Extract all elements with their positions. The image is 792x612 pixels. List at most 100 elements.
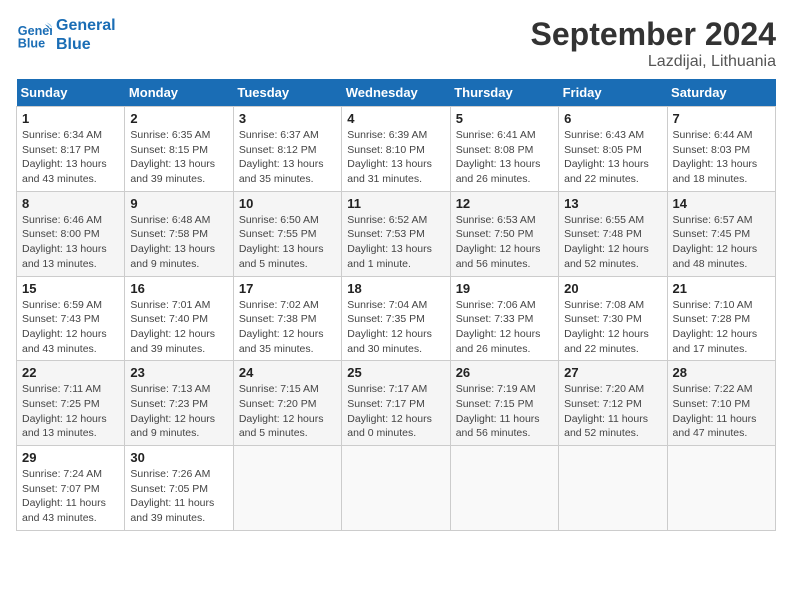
day-number: 2 <box>130 111 227 126</box>
calendar-table: SundayMondayTuesdayWednesdayThursdayFrid… <box>16 79 776 531</box>
day-number: 14 <box>673 196 770 211</box>
day-detail: Sunrise: 7:10 AMSunset: 7:28 PMDaylight:… <box>673 298 770 357</box>
day-number: 21 <box>673 281 770 296</box>
calendar-day-cell: 26 Sunrise: 7:19 AMSunset: 7:15 PMDaylig… <box>450 361 558 446</box>
calendar-day-cell: 4 Sunrise: 6:39 AMSunset: 8:10 PMDayligh… <box>342 107 450 192</box>
logo-line2: Blue <box>56 35 116 54</box>
calendar-week-row: 1 Sunrise: 6:34 AMSunset: 8:17 PMDayligh… <box>17 107 776 192</box>
day-number: 23 <box>130 365 227 380</box>
location: Lazdijai, Lithuania <box>531 53 776 71</box>
calendar-day-cell: 3 Sunrise: 6:37 AMSunset: 8:12 PMDayligh… <box>233 107 341 192</box>
day-detail: Sunrise: 7:26 AMSunset: 7:05 PMDaylight:… <box>130 467 227 526</box>
day-detail: Sunrise: 6:35 AMSunset: 8:15 PMDaylight:… <box>130 128 227 187</box>
day-detail: Sunrise: 6:57 AMSunset: 7:45 PMDaylight:… <box>673 213 770 272</box>
day-detail: Sunrise: 7:11 AMSunset: 7:25 PMDaylight:… <box>22 382 119 441</box>
day-number: 20 <box>564 281 661 296</box>
day-number: 30 <box>130 450 227 465</box>
day-detail: Sunrise: 6:46 AMSunset: 8:00 PMDaylight:… <box>22 213 119 272</box>
calendar-day-cell: 23 Sunrise: 7:13 AMSunset: 7:23 PMDaylig… <box>125 361 233 446</box>
day-number: 28 <box>673 365 770 380</box>
day-number: 9 <box>130 196 227 211</box>
day-number: 4 <box>347 111 444 126</box>
calendar-day-cell <box>667 446 775 531</box>
calendar-week-row: 29 Sunrise: 7:24 AMSunset: 7:07 PMDaylig… <box>17 446 776 531</box>
day-number: 3 <box>239 111 336 126</box>
calendar-day-cell: 24 Sunrise: 7:15 AMSunset: 7:20 PMDaylig… <box>233 361 341 446</box>
title-block: September 2024 Lazdijai, Lithuania <box>531 16 776 71</box>
calendar-day-cell <box>450 446 558 531</box>
day-detail: Sunrise: 6:37 AMSunset: 8:12 PMDaylight:… <box>239 128 336 187</box>
page-header: General Blue General Blue September 2024… <box>16 16 776 71</box>
day-detail: Sunrise: 7:02 AMSunset: 7:38 PMDaylight:… <box>239 298 336 357</box>
calendar-day-cell: 13 Sunrise: 6:55 AMSunset: 7:48 PMDaylig… <box>559 191 667 276</box>
day-detail: Sunrise: 7:19 AMSunset: 7:15 PMDaylight:… <box>456 382 553 441</box>
day-detail: Sunrise: 7:15 AMSunset: 7:20 PMDaylight:… <box>239 382 336 441</box>
calendar-day-cell: 30 Sunrise: 7:26 AMSunset: 7:05 PMDaylig… <box>125 446 233 531</box>
day-detail: Sunrise: 7:04 AMSunset: 7:35 PMDaylight:… <box>347 298 444 357</box>
calendar-week-row: 22 Sunrise: 7:11 AMSunset: 7:25 PMDaylig… <box>17 361 776 446</box>
day-number: 26 <box>456 365 553 380</box>
calendar-day-cell: 11 Sunrise: 6:52 AMSunset: 7:53 PMDaylig… <box>342 191 450 276</box>
day-detail: Sunrise: 6:44 AMSunset: 8:03 PMDaylight:… <box>673 128 770 187</box>
calendar-week-row: 8 Sunrise: 6:46 AMSunset: 8:00 PMDayligh… <box>17 191 776 276</box>
logo: General Blue General Blue <box>16 16 116 54</box>
calendar-day-cell: 2 Sunrise: 6:35 AMSunset: 8:15 PMDayligh… <box>125 107 233 192</box>
weekday-header: Wednesday <box>342 79 450 107</box>
logo-icon: General Blue <box>16 17 52 53</box>
day-detail: Sunrise: 6:59 AMSunset: 7:43 PMDaylight:… <box>22 298 119 357</box>
day-number: 6 <box>564 111 661 126</box>
calendar-day-cell: 5 Sunrise: 6:41 AMSunset: 8:08 PMDayligh… <box>450 107 558 192</box>
day-detail: Sunrise: 6:50 AMSunset: 7:55 PMDaylight:… <box>239 213 336 272</box>
day-number: 29 <box>22 450 119 465</box>
day-detail: Sunrise: 7:13 AMSunset: 7:23 PMDaylight:… <box>130 382 227 441</box>
weekday-header-row: SundayMondayTuesdayWednesdayThursdayFrid… <box>17 79 776 107</box>
day-number: 7 <box>673 111 770 126</box>
day-detail: Sunrise: 7:24 AMSunset: 7:07 PMDaylight:… <box>22 467 119 526</box>
calendar-day-cell: 17 Sunrise: 7:02 AMSunset: 7:38 PMDaylig… <box>233 276 341 361</box>
day-detail: Sunrise: 6:52 AMSunset: 7:53 PMDaylight:… <box>347 213 444 272</box>
calendar-day-cell: 8 Sunrise: 6:46 AMSunset: 8:00 PMDayligh… <box>17 191 125 276</box>
month-title: September 2024 <box>531 16 776 53</box>
calendar-day-cell: 27 Sunrise: 7:20 AMSunset: 7:12 PMDaylig… <box>559 361 667 446</box>
calendar-day-cell: 29 Sunrise: 7:24 AMSunset: 7:07 PMDaylig… <box>17 446 125 531</box>
day-detail: Sunrise: 6:41 AMSunset: 8:08 PMDaylight:… <box>456 128 553 187</box>
day-detail: Sunrise: 7:08 AMSunset: 7:30 PMDaylight:… <box>564 298 661 357</box>
calendar-day-cell: 20 Sunrise: 7:08 AMSunset: 7:30 PMDaylig… <box>559 276 667 361</box>
calendar-day-cell <box>559 446 667 531</box>
calendar-day-cell: 21 Sunrise: 7:10 AMSunset: 7:28 PMDaylig… <box>667 276 775 361</box>
day-detail: Sunrise: 6:48 AMSunset: 7:58 PMDaylight:… <box>130 213 227 272</box>
day-detail: Sunrise: 6:34 AMSunset: 8:17 PMDaylight:… <box>22 128 119 187</box>
calendar-day-cell: 22 Sunrise: 7:11 AMSunset: 7:25 PMDaylig… <box>17 361 125 446</box>
calendar-day-cell <box>233 446 341 531</box>
weekday-header: Friday <box>559 79 667 107</box>
calendar-day-cell: 1 Sunrise: 6:34 AMSunset: 8:17 PMDayligh… <box>17 107 125 192</box>
day-number: 22 <box>22 365 119 380</box>
day-number: 11 <box>347 196 444 211</box>
calendar-week-row: 15 Sunrise: 6:59 AMSunset: 7:43 PMDaylig… <box>17 276 776 361</box>
calendar-day-cell: 10 Sunrise: 6:50 AMSunset: 7:55 PMDaylig… <box>233 191 341 276</box>
calendar-day-cell: 9 Sunrise: 6:48 AMSunset: 7:58 PMDayligh… <box>125 191 233 276</box>
calendar-day-cell: 28 Sunrise: 7:22 AMSunset: 7:10 PMDaylig… <box>667 361 775 446</box>
logo-line1: General <box>56 16 116 35</box>
day-detail: Sunrise: 6:55 AMSunset: 7:48 PMDaylight:… <box>564 213 661 272</box>
weekday-header: Sunday <box>17 79 125 107</box>
weekday-header: Tuesday <box>233 79 341 107</box>
day-detail: Sunrise: 7:06 AMSunset: 7:33 PMDaylight:… <box>456 298 553 357</box>
day-number: 13 <box>564 196 661 211</box>
weekday-header: Saturday <box>667 79 775 107</box>
day-detail: Sunrise: 6:53 AMSunset: 7:50 PMDaylight:… <box>456 213 553 272</box>
svg-text:Blue: Blue <box>18 37 45 51</box>
calendar-day-cell: 25 Sunrise: 7:17 AMSunset: 7:17 PMDaylig… <box>342 361 450 446</box>
calendar-day-cell: 14 Sunrise: 6:57 AMSunset: 7:45 PMDaylig… <box>667 191 775 276</box>
day-number: 15 <box>22 281 119 296</box>
day-detail: Sunrise: 7:01 AMSunset: 7:40 PMDaylight:… <box>130 298 227 357</box>
day-number: 12 <box>456 196 553 211</box>
day-number: 18 <box>347 281 444 296</box>
day-number: 1 <box>22 111 119 126</box>
calendar-day-cell: 18 Sunrise: 7:04 AMSunset: 7:35 PMDaylig… <box>342 276 450 361</box>
weekday-header: Monday <box>125 79 233 107</box>
day-number: 27 <box>564 365 661 380</box>
day-number: 24 <box>239 365 336 380</box>
day-number: 19 <box>456 281 553 296</box>
calendar-day-cell: 7 Sunrise: 6:44 AMSunset: 8:03 PMDayligh… <box>667 107 775 192</box>
